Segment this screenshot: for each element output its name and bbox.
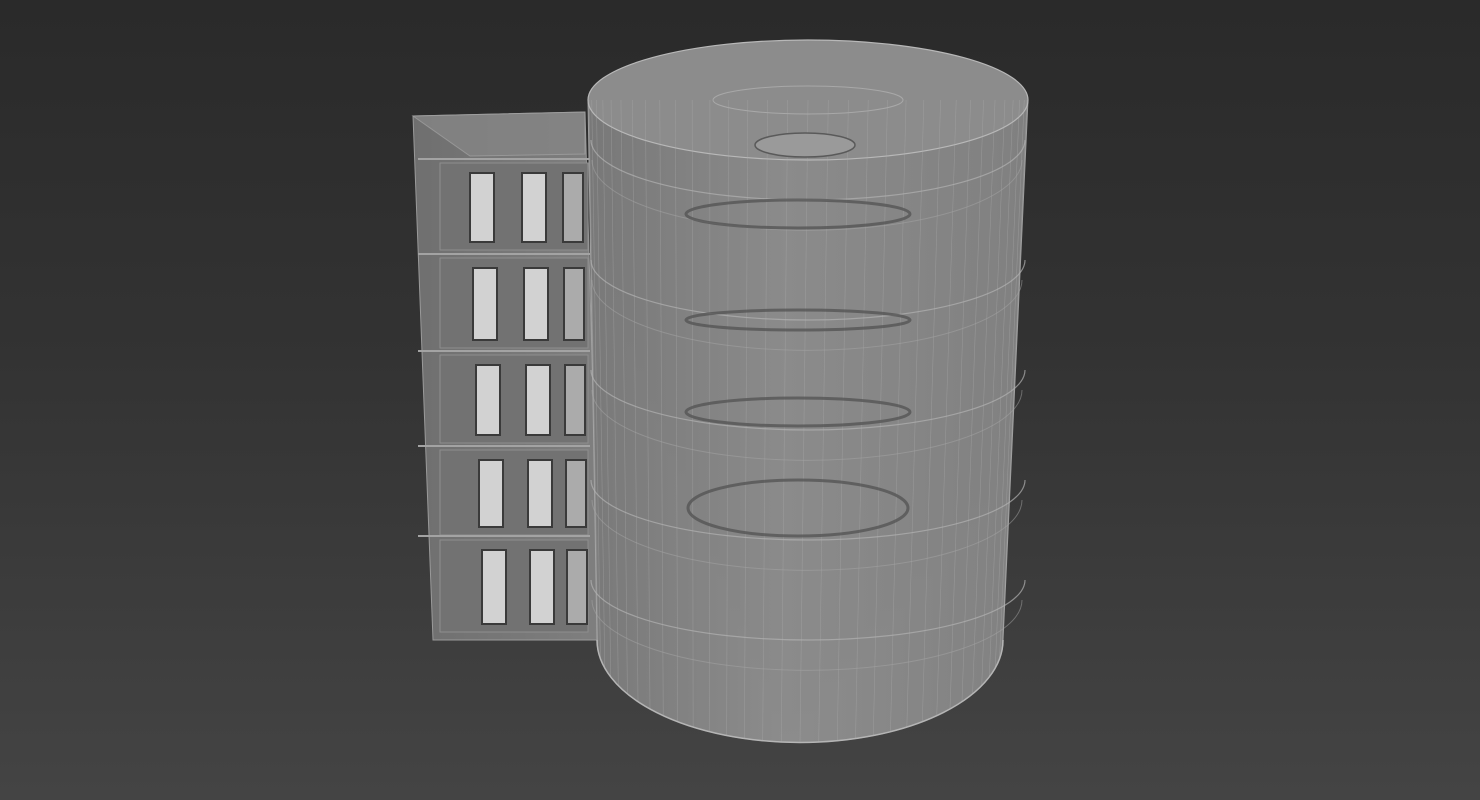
door [469,172,495,243]
door [523,267,549,341]
door [475,364,501,436]
tower-roof-hatch [754,132,856,158]
door [521,172,547,243]
side-block[interactable] [411,111,601,641]
side-block-floor-room [439,539,589,633]
tower-shell [587,99,1029,744]
door [527,459,553,528]
3d-viewport[interactable] [0,0,1480,800]
door [529,549,555,625]
door [525,364,551,436]
door [566,549,588,625]
door [563,267,585,341]
door [472,267,498,341]
door [564,364,586,436]
cylindrical-tower[interactable] [587,39,1029,744]
door [565,459,587,528]
door [478,459,504,528]
scene-canvas[interactable] [0,0,1480,800]
door [481,549,507,625]
door [562,172,584,243]
